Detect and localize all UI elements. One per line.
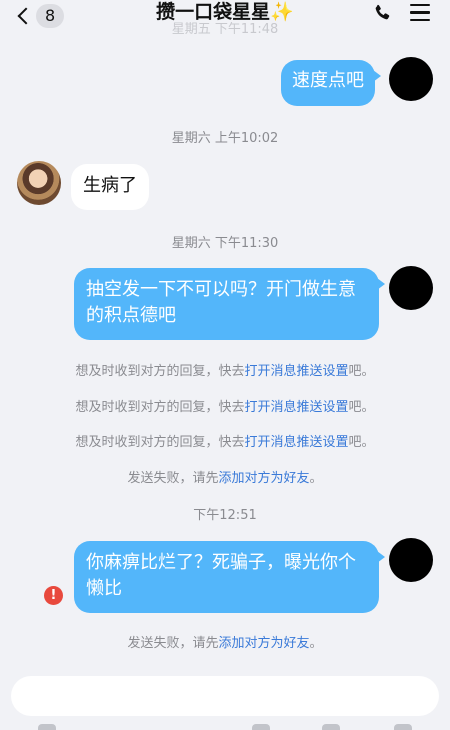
notice-text: 发送失败，请先 bbox=[127, 471, 219, 486]
notice-suffix: 吧。 bbox=[348, 435, 375, 450]
push-setting-notice: 想及时收到对方的回复，快去打开消息推送设置吧。 bbox=[0, 396, 450, 415]
chat-title-text: 攒一口袋星星 bbox=[156, 1, 271, 23]
open-push-settings-link[interactable]: 打开消息推送设置 bbox=[244, 435, 348, 450]
send-failed-notice: 发送失败，请先添加对方为好友。 bbox=[0, 632, 450, 651]
notice-text: 发送失败，请先 bbox=[127, 636, 219, 651]
timestamp: 星期六 下午11:30 bbox=[171, 236, 279, 251]
notice-suffix: 。 bbox=[309, 471, 323, 486]
sparkles-emoji: ✨ bbox=[270, 1, 294, 23]
more-icon[interactable] bbox=[394, 724, 412, 730]
image-icon[interactable] bbox=[252, 724, 270, 730]
send-failed-icon[interactable]: ! bbox=[44, 586, 63, 605]
timestamp-partial: 星期五 下午11:48 bbox=[171, 22, 279, 34]
timestamp: 星期六 上午10:02 bbox=[171, 131, 279, 146]
message-bubble-outgoing[interactable]: 抽空发一下不可以吗？开门做生意的积点德吧 bbox=[74, 268, 385, 340]
voice-icon[interactable] bbox=[38, 724, 56, 730]
notice-text: 想及时收到对方的回复，快去 bbox=[75, 400, 245, 415]
add-friend-link[interactable]: 添加对方为好友 bbox=[218, 636, 309, 651]
timestamp: 下午12:51 bbox=[193, 508, 257, 523]
notice-text: 想及时收到对方的回复，快去 bbox=[75, 364, 245, 379]
push-setting-notice: 想及时收到对方的回复，快去打开消息推送设置吧。 bbox=[0, 360, 450, 379]
message-bubble-outgoing[interactable]: 你麻痹比烂了？死骗子，曝光你个懒比 bbox=[74, 541, 385, 613]
message-bubble-outgoing[interactable]: 速度点吧 bbox=[281, 60, 381, 106]
menu-icon[interactable] bbox=[410, 4, 430, 22]
notice-suffix: 。 bbox=[309, 636, 323, 651]
phone-icon[interactable] bbox=[372, 3, 392, 23]
camera-icon[interactable] bbox=[322, 724, 340, 730]
message-input[interactable] bbox=[11, 676, 439, 716]
notice-suffix: 吧。 bbox=[348, 364, 375, 379]
add-friend-link[interactable]: 添加对方为好友 bbox=[218, 471, 309, 486]
avatar[interactable] bbox=[389, 538, 433, 582]
push-setting-notice: 想及时收到对方的回复，快去打开消息推送设置吧。 bbox=[0, 431, 450, 450]
notice-text: 想及时收到对方的回复，快去 bbox=[75, 435, 245, 450]
open-push-settings-link[interactable]: 打开消息推送设置 bbox=[244, 400, 348, 415]
open-push-settings-link[interactable]: 打开消息推送设置 bbox=[244, 364, 348, 379]
notice-suffix: 吧。 bbox=[348, 400, 375, 415]
send-failed-notice: 发送失败，请先添加对方为好友。 bbox=[0, 467, 450, 486]
avatar[interactable] bbox=[389, 266, 433, 310]
avatar[interactable] bbox=[17, 161, 61, 205]
avatar[interactable] bbox=[389, 57, 433, 101]
message-bubble-incoming[interactable]: 生病了 bbox=[71, 164, 149, 210]
